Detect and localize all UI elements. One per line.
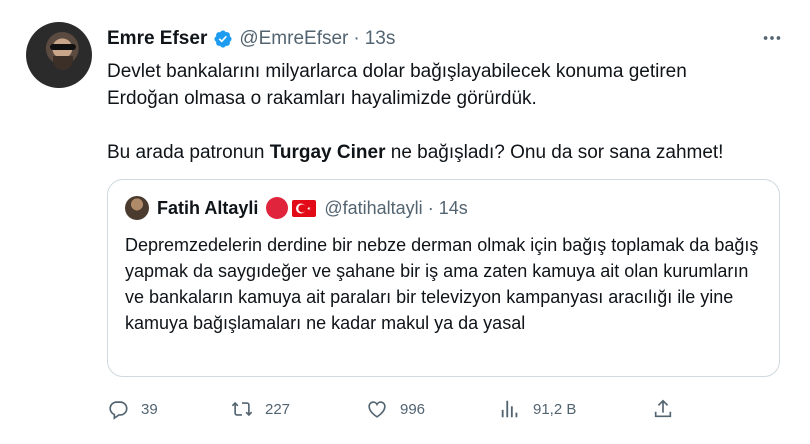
author-handle[interactable]: @EmreEfser xyxy=(239,28,348,50)
reply-icon xyxy=(109,401,128,420)
share-icon xyxy=(654,399,672,418)
tweet-text: Devlet bankalarını milyarlarca dolar bağ… xyxy=(107,58,787,166)
avatar-glasses xyxy=(50,44,76,50)
quoted-tweet-header: Fatih Altayli @fatihaltayli · 14s xyxy=(125,195,468,221)
quoted-author-handle: @fatihaltayli xyxy=(324,197,423,218)
author-name[interactable]: Emre Efser xyxy=(107,28,207,50)
quoted-author-avatar xyxy=(125,196,149,220)
verified-badge-icon xyxy=(213,29,233,49)
retweet-icon xyxy=(231,401,253,417)
retweet-count: 227 xyxy=(265,400,291,418)
tweet-text-line: Erdoğan olmasa o rakamları hayalimizde g… xyxy=(107,88,537,109)
tweet-text-line: Bu arada patronun Turgay Ciner ne bağışl… xyxy=(107,139,787,166)
red-circle-icon xyxy=(266,197,289,219)
tweet-time[interactable]: 13s xyxy=(365,28,396,50)
quoted-tweet-text: Depremzedelerin derdine bir nebze derman… xyxy=(125,235,759,333)
tweet-text-part: ne bağışladı? Onu da sor sana zahmet! xyxy=(385,142,724,163)
quoted-tweet[interactable]: Fatih Altayli @fatihaltayli · 14s Deprem… xyxy=(107,179,780,377)
quoted-tweet-time: 14s xyxy=(438,197,468,218)
tweet-text-part: Bu arada patronun xyxy=(107,142,270,163)
retweet-button[interactable]: 227 xyxy=(231,396,290,422)
share-button[interactable] xyxy=(652,396,674,422)
like-icon xyxy=(368,401,386,418)
like-count: 996 xyxy=(400,400,426,418)
views-button[interactable]: 91,2 B xyxy=(499,396,576,422)
reply-count: 39 xyxy=(141,400,158,418)
tweet-text-bold: Turgay Ciner xyxy=(269,142,386,163)
quoted-author-name: Fatih Altayli xyxy=(157,197,259,218)
tweet-text-line: Devlet bankalarını milyarlarca dolar bağ… xyxy=(107,61,687,82)
tweet-actions: 39 227 996 91,2 B xyxy=(107,396,687,422)
separator-dot: · xyxy=(353,28,360,49)
views-count: 91,2 B xyxy=(533,400,577,418)
reply-button[interactable]: 39 xyxy=(107,396,158,422)
tweet-header: Emre Efser @EmreEfser · 13s xyxy=(107,27,395,51)
like-button[interactable]: 996 xyxy=(366,396,425,422)
turkey-flag-icon xyxy=(292,199,317,217)
more-icon[interactable] xyxy=(760,28,784,48)
views-icon xyxy=(501,400,518,418)
author-avatar[interactable] xyxy=(26,22,92,88)
tweet[interactable]: Emre Efser @EmreEfser · 13s Devlet banka… xyxy=(0,0,810,444)
avatar-beard xyxy=(53,56,73,70)
separator-dot: · xyxy=(427,197,434,218)
